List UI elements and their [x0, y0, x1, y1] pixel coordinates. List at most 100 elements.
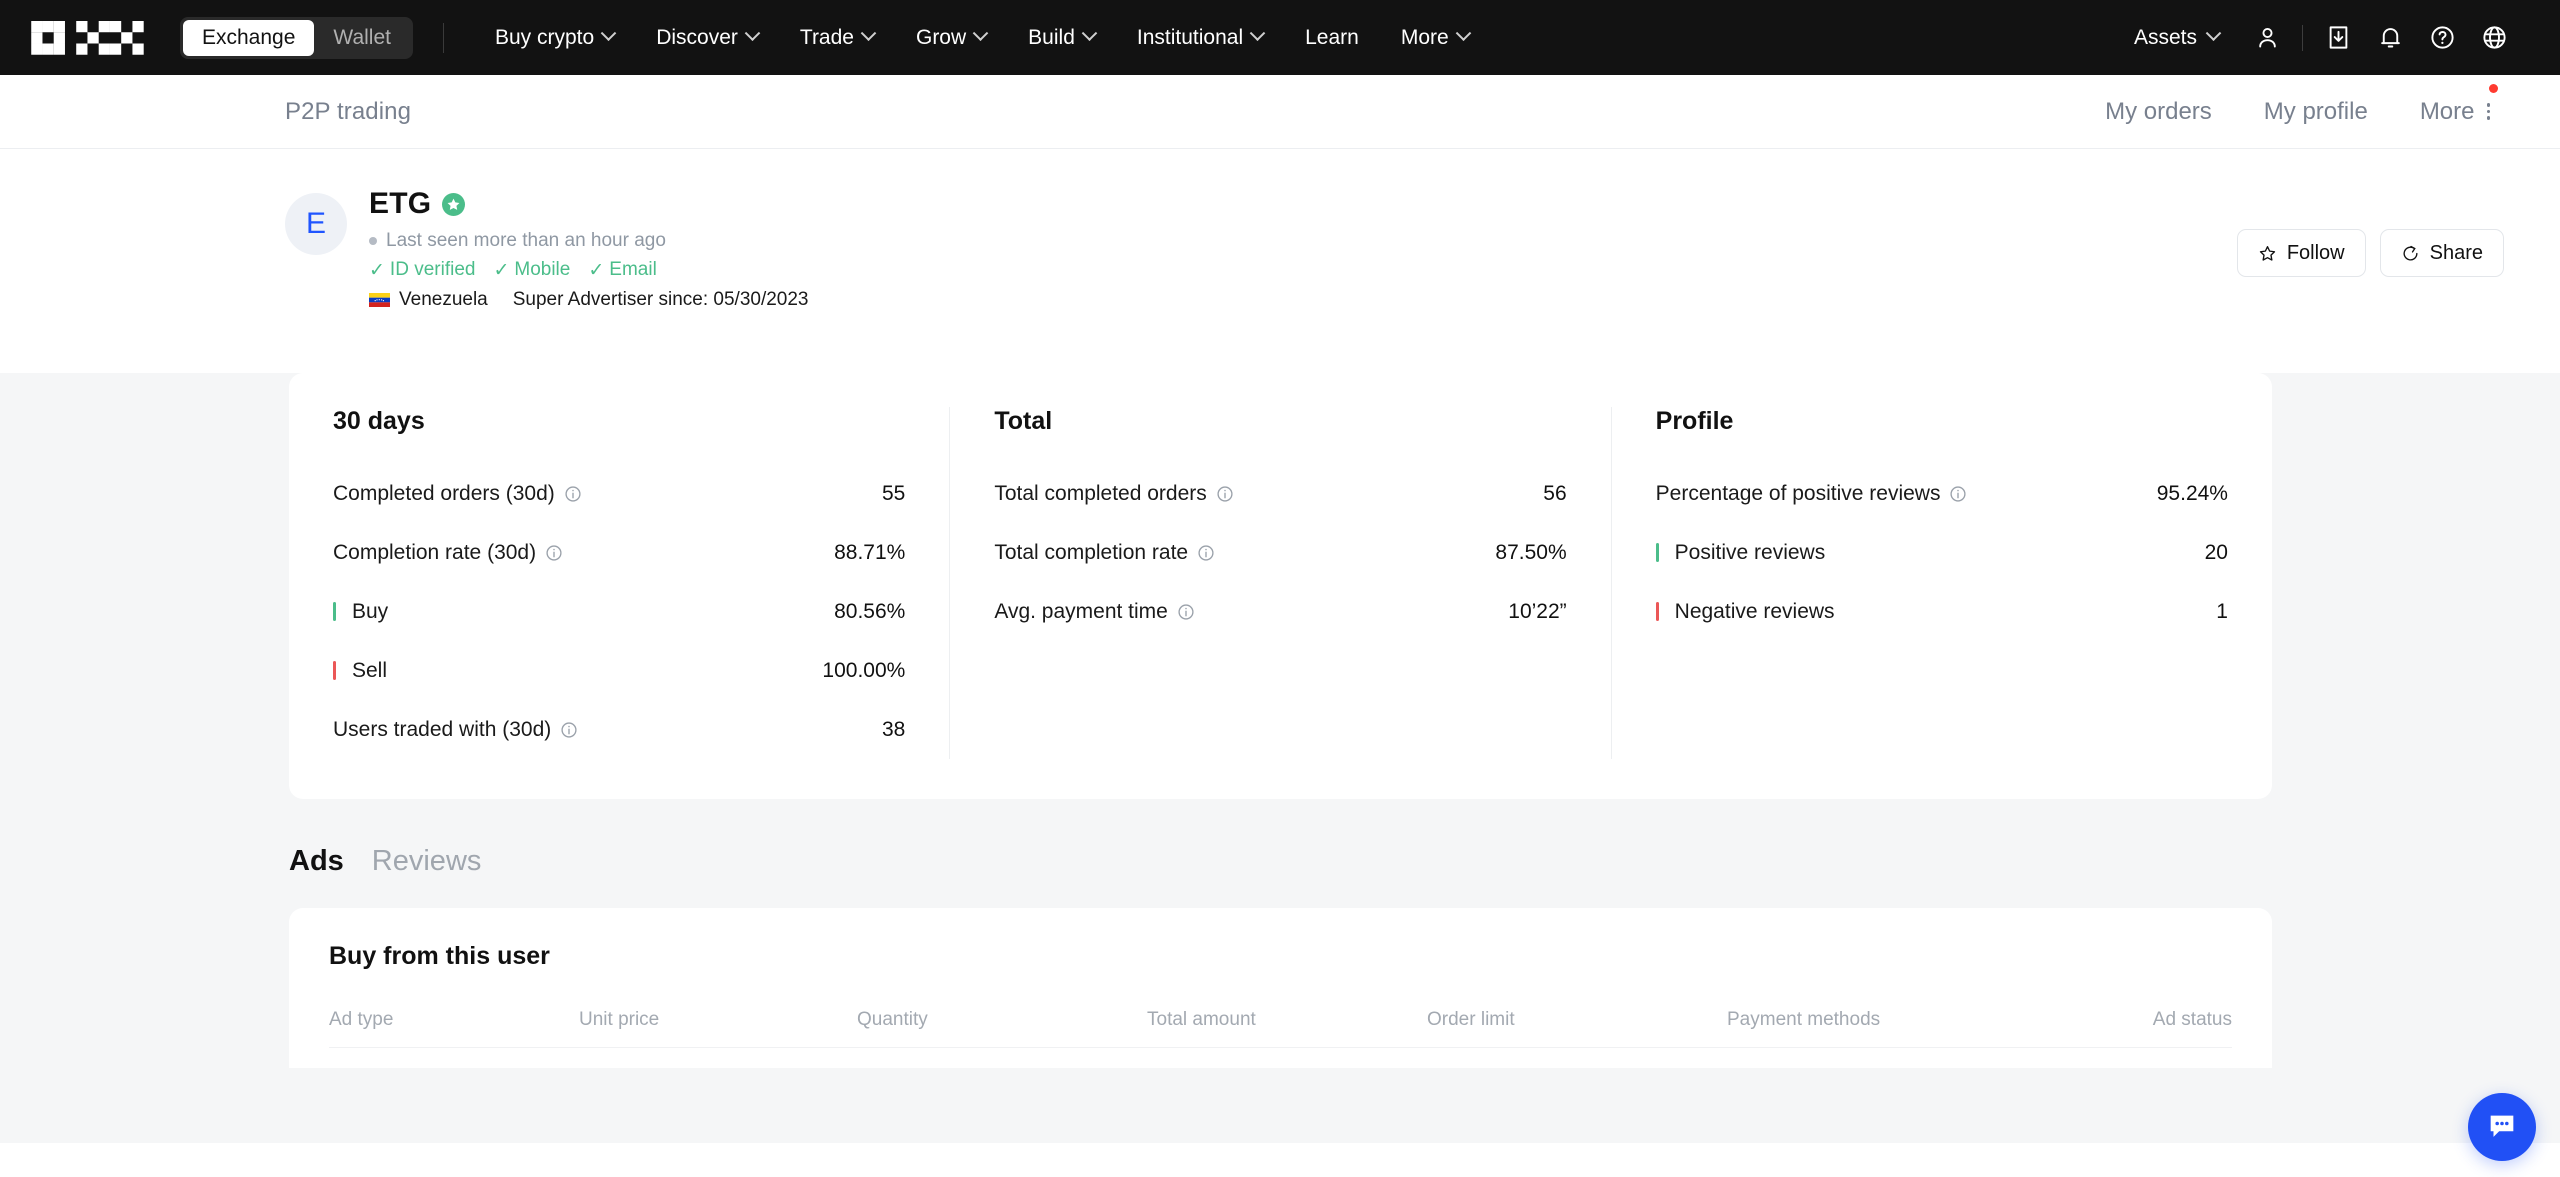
user-account-button[interactable]: [2241, 12, 2293, 64]
info-icon[interactable]: [1177, 603, 1195, 621]
super-advertiser-since: Super Advertiser since: 05/30/2023: [512, 289, 809, 310]
stat-row-total-completed-orders: Total completed orders 56: [994, 464, 1566, 523]
check-icon: ✓: [493, 259, 510, 281]
stat-label: Total completion rate: [994, 540, 1189, 564]
okx-logo[interactable]: [30, 20, 158, 55]
share-icon: [2403, 245, 2418, 261]
country-name: Venezuela: [399, 289, 488, 310]
column-header-ad-status: Ad status: [2152, 1009, 2232, 1030]
more-label: More: [2419, 97, 2475, 125]
p2p-sub-header: P2P trading My orders My profile More: [0, 75, 2560, 149]
stat-row-percentage-positive-reviews: Percentage of positive reviews 95.24%: [1656, 464, 2228, 523]
nav-label: Grow: [915, 25, 967, 49]
stat-label-wrap: Buy: [333, 600, 388, 624]
download-app-button[interactable]: [2312, 12, 2364, 64]
chevron-down-icon: [972, 25, 989, 42]
verification-label: Email: [609, 259, 657, 280]
merchant-name-row: ETG: [369, 187, 809, 221]
stat-value: 1: [2216, 599, 2228, 623]
stat-label-wrap: Users traded with (30d): [333, 718, 578, 742]
stat-label: Users traded with (30d): [333, 717, 552, 741]
link-my-orders[interactable]: My orders: [2079, 98, 2238, 126]
info-icon[interactable]: [560, 721, 578, 739]
globe-icon: [2482, 26, 2506, 49]
nav-item-trade[interactable]: Trade: [779, 25, 895, 50]
stat-row-users-traded-with: Users traded with (30d) 38: [333, 700, 905, 759]
chevron-down-icon: [1455, 25, 1471, 42]
nav-item-more[interactable]: More: [1380, 25, 1490, 50]
buy-indicator-bar: [333, 602, 336, 621]
stat-row-negative-reviews: Negative reviews 1: [1655, 582, 2228, 641]
nav-item-build[interactable]: Build: [1007, 25, 1116, 50]
info-icon[interactable]: [545, 544, 563, 562]
link-my-profile[interactable]: My profile: [2238, 98, 2394, 126]
assets-menu[interactable]: Assets: [2112, 25, 2241, 50]
notification-dot: [2489, 83, 2498, 93]
verification-label: Mobile: [514, 259, 571, 280]
info-icon[interactable]: [1197, 544, 1215, 562]
nav-item-discover[interactable]: Discover: [635, 25, 779, 50]
sub-header-more-menu[interactable]: More: [2394, 83, 2504, 126]
super-advertiser-star-icon: [442, 192, 466, 216]
nav-item-institutional[interactable]: Institutional: [1116, 25, 1284, 50]
stat-row-completion-rate: Completion rate (30d) 88.71%: [333, 523, 905, 582]
nav-item-grow[interactable]: Grow: [895, 25, 1007, 50]
nav-label: Buy crypto: [494, 25, 595, 49]
tab-ads[interactable]: Ads: [289, 845, 344, 882]
stat-label-wrap: Sell: [333, 659, 387, 683]
negative-indicator-bar: [1655, 602, 1659, 621]
language-button[interactable]: [2468, 12, 2520, 64]
info-icon[interactable]: [564, 485, 582, 503]
venezuela-flag-icon: [369, 293, 390, 307]
profile-action-buttons: Follow Share: [2236, 229, 2504, 277]
tab-reviews[interactable]: Reviews: [372, 845, 482, 882]
stats-column-total: Total Total completed orders 56 Total co…: [949, 407, 1610, 759]
column-header-total-amount: Total amount: [1147, 1009, 1256, 1030]
stat-label-wrap: Completed orders (30d): [333, 482, 582, 506]
stat-label: Total completed orders: [994, 481, 1207, 505]
stat-value: 80.56%: [834, 599, 906, 623]
user-icon: [2258, 27, 2276, 48]
chevron-down-icon: [1081, 25, 1098, 42]
stat-value: 87.50%: [1495, 540, 1567, 564]
stat-label-wrap: Negative reviews: [1655, 600, 1835, 624]
exchange-wallet-toggle[interactable]: Exchange Wallet: [180, 16, 413, 59]
last-seen-text: Last seen more than an hour ago: [386, 230, 666, 251]
primary-nav-links: Buy crypto Discover Trade Grow Build Ins…: [474, 25, 1490, 50]
offline-status-dot: [369, 237, 377, 245]
verification-badges: ✓ ID verified ✓ Mobile ✓ Email: [369, 259, 809, 281]
sell-indicator-bar: [333, 661, 336, 680]
column-header-ad-type: Ad type: [329, 1009, 394, 1030]
info-icon[interactable]: [1949, 485, 1967, 503]
chat-widget-button[interactable]: [2468, 1093, 2536, 1161]
nav-label: More: [1400, 25, 1449, 49]
toggle-wallet[interactable]: Wallet: [314, 20, 410, 56]
star-icon: [2259, 245, 2275, 261]
nav-label: Trade: [799, 25, 854, 49]
follow-button[interactable]: Follow: [2236, 229, 2366, 277]
avatar: E: [285, 193, 347, 255]
ads-section-title: Buy from this user: [329, 942, 550, 970]
nav-item-learn[interactable]: Learn: [1284, 26, 1380, 50]
help-button[interactable]: [2416, 12, 2468, 64]
stat-value: 10’22”: [1508, 599, 1567, 623]
info-icon[interactable]: [1216, 485, 1234, 503]
p2p-trading-title[interactable]: P2P trading: [285, 98, 411, 126]
share-button[interactable]: Share: [2379, 229, 2504, 277]
notifications-button[interactable]: [2364, 12, 2416, 64]
stat-value: 38: [881, 717, 906, 741]
stat-value: 56: [1543, 481, 1567, 505]
column-header-quantity: Quantity: [857, 1009, 928, 1030]
nav-label: Learn: [1305, 25, 1359, 49]
follow-label: Follow: [2286, 241, 2345, 264]
stat-row-completed-orders: Completed orders (30d) 55: [333, 464, 905, 523]
nav-label: Institutional: [1136, 25, 1244, 49]
verification-label: ID verified: [389, 259, 476, 280]
toggle-exchange[interactable]: Exchange: [183, 19, 315, 56]
download-icon: [2329, 26, 2347, 49]
nav-item-buy-crypto[interactable]: Buy crypto: [474, 25, 635, 50]
stat-label: Avg. payment time: [994, 599, 1168, 623]
stat-label-wrap: Total completed orders: [994, 482, 1233, 506]
check-icon: ✓: [588, 259, 605, 281]
share-label: Share: [2429, 241, 2483, 264]
